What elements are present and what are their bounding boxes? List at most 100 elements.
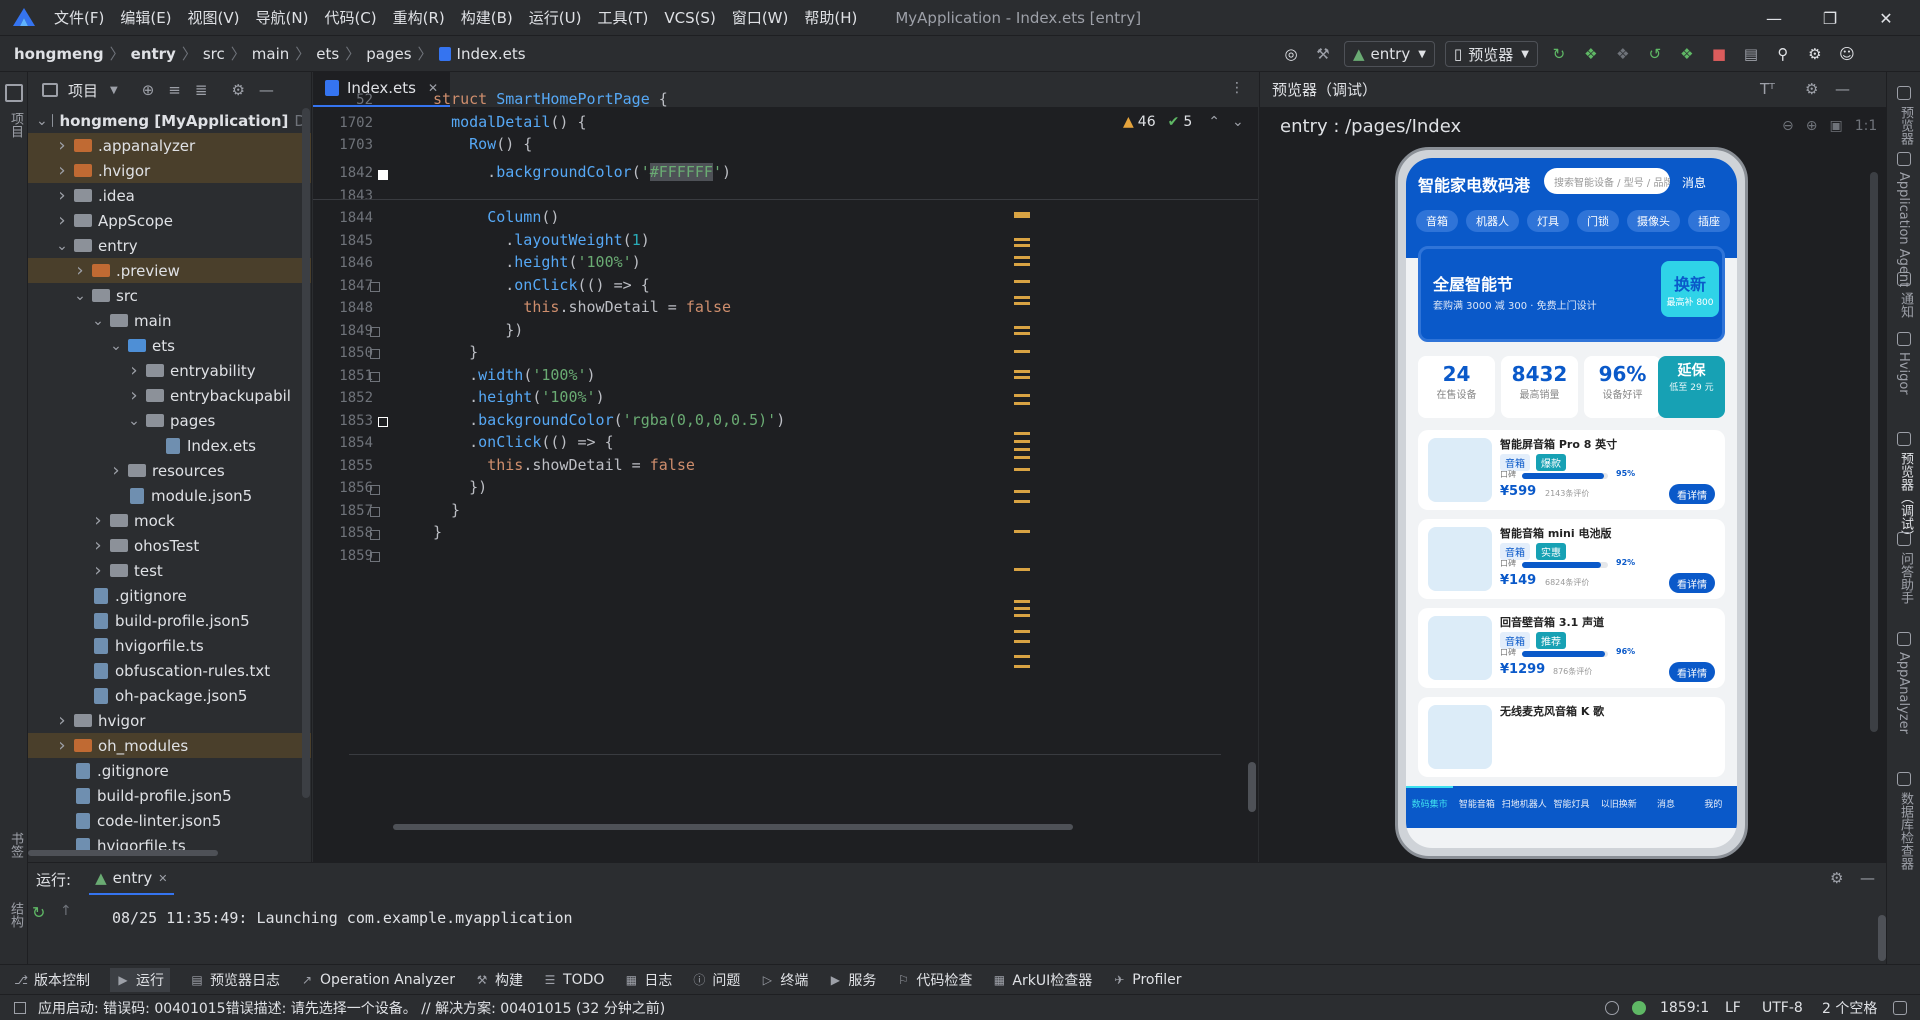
right-strip-icon[interactable] [1897,332,1911,346]
menu-item[interactable]: 编辑(E) [120,7,171,28]
warning-stripe-mark[interactable] [1014,238,1030,241]
gear-icon[interactable]: ⚙ [231,81,244,99]
chevron-down-icon[interactable]: ⌄ [72,288,88,304]
left-strip-bookmarks[interactable]: 书签 [6,832,25,858]
menu-item[interactable]: 导航(N) [256,7,309,28]
bottom-tool-7[interactable]: ⓘ 问题 [692,970,740,990]
code-line[interactable]: }) [433,321,523,339]
chevron-down-icon[interactable]: ⌄ [90,313,106,329]
left-strip-project[interactable]: 项目 [6,112,25,138]
tree-item[interactable]: › AppScope [28,208,311,233]
attach-debugger-icon[interactable]: ❖ [1612,43,1634,65]
menu-item[interactable]: 代码(C) [324,7,376,28]
code-line[interactable]: .backgroundColor('rgba(0,0,0,0.5)') [433,411,785,429]
menu-item[interactable]: 构建(B) [461,7,513,28]
code-line[interactable]: .backgroundColor('#FFFFFF') [433,163,731,181]
tree-item[interactable]: › oh_modules [28,733,311,758]
fit-screen-icon[interactable]: ▣ [1829,118,1842,134]
warning-stripe-mark[interactable] [1014,296,1030,299]
menu-item[interactable]: 运行(U) [529,7,582,28]
warning-stripe-mark[interactable] [1014,614,1030,617]
restore-icon[interactable]: ❐ [1802,0,1858,36]
inspection-widget[interactable]: ▲ 46 ✔ 5 ⌃ ⌄ [1123,114,1244,130]
next-highlight-icon[interactable]: ⌄ [1232,114,1244,130]
app-tab-item[interactable]: 智能音箱 [1453,786,1500,828]
tree-item[interactable]: › .hvigor [28,158,311,183]
menu-item[interactable]: 重构(R) [393,7,445,28]
category-chip[interactable]: 摄像头 [1627,210,1680,232]
app-message-link[interactable]: 消息 [1682,174,1706,191]
chevron-right-icon[interactable]: › [90,535,106,556]
product-card[interactable]: 智能音箱 mini 电池版 音箱 实惠 口碑 92% ¥149 6824条评价 看详情 [1418,519,1725,599]
tree-item[interactable]: › entryability [28,358,311,383]
notification-icon[interactable] [1605,1000,1619,1015]
hide-panel-icon[interactable]: — [259,81,274,99]
warning-stripe-mark[interactable] [1014,376,1030,379]
stop-icon[interactable]: ■ [1708,43,1730,65]
chevron-right-icon[interactable]: › [72,260,88,281]
code-line[interactable]: modalDetail() { [433,113,586,131]
project-tool-icon[interactable] [5,84,23,102]
warning-stripe-mark[interactable] [1014,640,1030,643]
tree-item[interactable]: obfuscation-rules.txt [28,658,311,683]
breadcrumb-item[interactable]: main [252,45,289,63]
chevron-right-icon[interactable]: › [90,510,106,531]
chevron-right-icon[interactable]: › [54,210,70,231]
left-strip-structure[interactable]: 结构 [6,902,25,928]
right-strip-icon[interactable] [1897,86,1911,100]
stat-card[interactable]: 96% 设备好评 [1584,356,1661,418]
code-line[interactable]: this.showDetail = false [433,298,731,316]
app-tab-item[interactable]: 以旧换新 [1595,786,1642,828]
search-icon[interactable]: ⚲ [1772,43,1794,65]
right-strip-icon[interactable] [1897,632,1911,646]
tree-item[interactable]: ⌄ src [28,283,311,308]
indent-setting[interactable]: 2 个空格 [1822,998,1877,1018]
right-strip-item[interactable]: Hvigor [1896,352,1911,395]
tree-item[interactable]: .gitignore [28,758,311,783]
product-card[interactable]: 无线麦克风音箱 K 歌 [1418,697,1725,777]
bottom-tool-2[interactable]: ▤ 预览器日志 [190,970,280,990]
menu-item[interactable]: 文件(F) [54,7,104,28]
run-scrollbar[interactable] [1878,915,1886,961]
lock-icon[interactable] [1893,1000,1907,1015]
code-line[interactable]: .width('100%') [433,366,595,384]
target-icon[interactable]: ◎ [1280,43,1302,65]
chevron-right-icon[interactable]: › [126,360,142,381]
hide-panel-icon[interactable]: — [1835,80,1850,98]
account-icon[interactable]: ☺ [1836,43,1858,65]
category-chip[interactable]: 音箱 [1416,210,1458,232]
chevron-right-icon[interactable]: › [54,735,70,756]
warning-stripe-mark[interactable] [1014,468,1030,471]
warning-stripe-mark[interactable] [1014,256,1030,259]
tree-item[interactable]: › ohosTest [28,533,311,558]
view-detail-button[interactable]: 看详情 [1669,573,1715,593]
rerun-icon[interactable]: ↻ [1548,43,1570,65]
app-search-input[interactable]: 搜索智能设备 / 型号 / 品牌 [1544,168,1670,194]
tree-item[interactable]: module.json5 [28,483,311,508]
warning-stripe-mark[interactable] [1014,432,1030,435]
app-logo-icon[interactable] [12,7,40,29]
stat-card[interactable]: 24 在售设备 [1418,356,1495,418]
breadcrumb-item[interactable]: src [203,45,225,63]
warning-stripe-mark[interactable] [1014,326,1030,329]
code-line[interactable]: } [433,501,460,519]
tree-item[interactable]: › resources [28,458,311,483]
more-icon[interactable]: ⋮ [1230,80,1244,96]
right-strip-icon[interactable] [1897,532,1911,546]
warning-stripe-mark[interactable] [1014,244,1030,247]
file-encoding[interactable]: UTF-8 [1762,1000,1803,1016]
horizontal-scrollbar[interactable] [28,850,218,856]
app-tab-item[interactable]: 数码集市 [1406,786,1454,828]
tree-item[interactable]: › entrybackupabil [28,383,311,408]
bottom-tool-9[interactable]: ▶ 服务 [828,970,877,990]
warning-stripe-mark[interactable] [1014,280,1030,283]
gear-icon[interactable]: ⚙ [1805,80,1818,98]
tree-item[interactable]: build-profile.json5 [28,783,311,808]
folder-icon[interactable]: ▤ [1740,43,1762,65]
locate-icon[interactable]: ⊕ [142,81,155,99]
bottom-tool-3[interactable]: ↗ Operation Analyzer [300,972,455,988]
rerun-icon[interactable]: ↻ [32,903,45,922]
chevron-right-icon[interactable]: › [90,560,106,581]
chevron-right-icon[interactable]: › [54,135,70,156]
bottom-tool-10[interactable]: ⚐ 代码检查 [896,970,972,990]
